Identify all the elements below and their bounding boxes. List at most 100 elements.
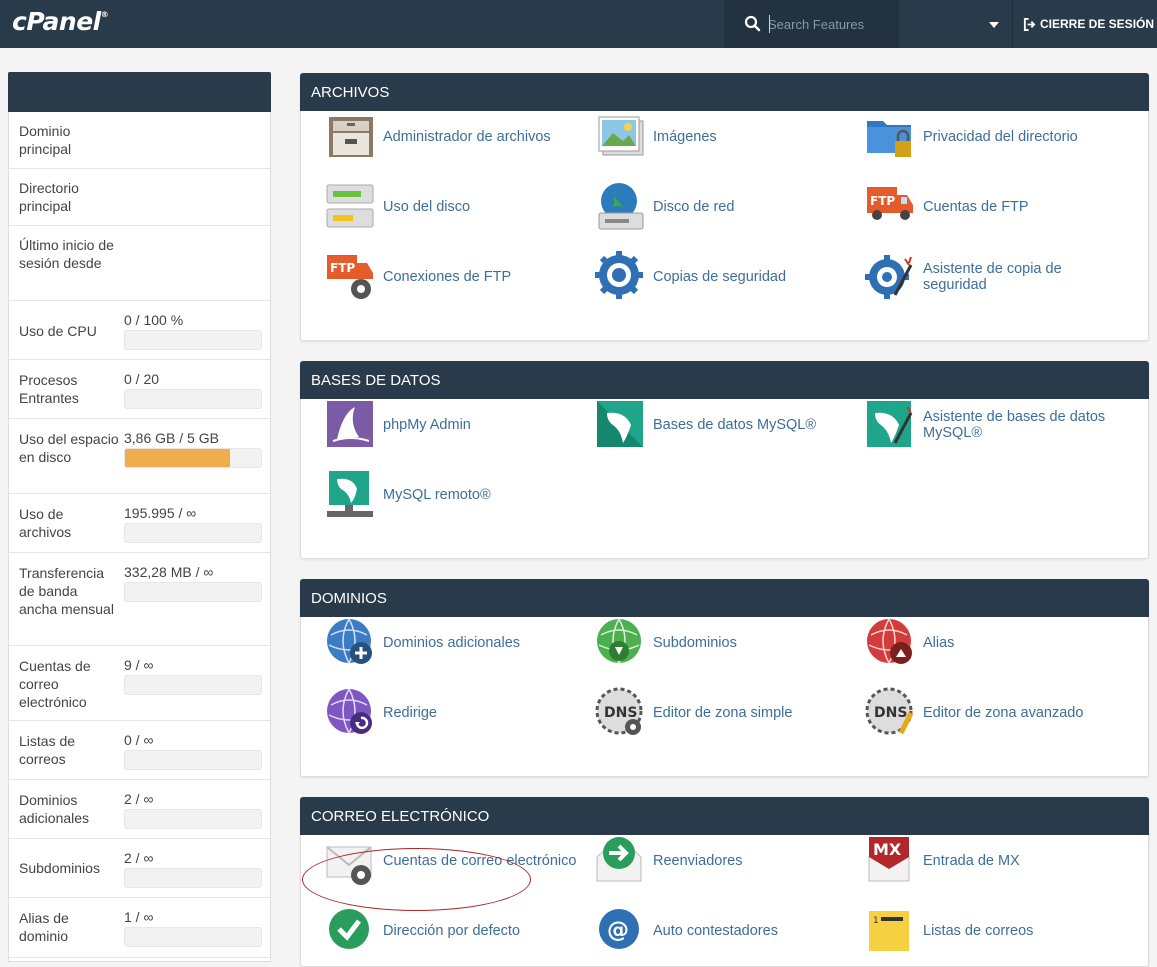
- feature-link-dns-simple[interactable]: DNS Editor de zona simple: [595, 687, 855, 739]
- stat-label: Alias de dominio: [19, 910, 69, 944]
- section-archivos: ARCHIVOS Administrador de archivos Imágen…: [300, 73, 1149, 341]
- stat-value: 0 / 100 %: [124, 312, 184, 328]
- images-icon: [595, 111, 647, 163]
- section-dominios: DOMINIOS Dominios adicionales Subdominios…: [300, 579, 1149, 777]
- svg-text:@: @: [607, 918, 629, 943]
- feature-link-globe-alias[interactable]: Alias: [865, 617, 1125, 669]
- feature-label[interactable]: Listas de correos: [923, 923, 1033, 939]
- feature-link-disk-usage[interactable]: Uso del disco: [325, 181, 585, 233]
- feature-label[interactable]: Bases de datos MySQL®: [653, 417, 816, 433]
- feature-link-remote-mysql[interactable]: MySQL remoto®: [325, 469, 585, 521]
- ftp-truck-icon: FTP: [865, 181, 917, 233]
- feature-label[interactable]: Uso del disco: [383, 199, 470, 215]
- feature-label[interactable]: Disco de red: [653, 199, 734, 215]
- stat-label: Transferencia de banda ancha mensual: [19, 565, 114, 617]
- section-title[interactable]: BASES DE DATOS: [300, 361, 1149, 399]
- feature-link-mysql-dolphin[interactable]: Bases de datos MySQL®: [595, 399, 855, 451]
- feature-label[interactable]: Alias: [923, 635, 954, 651]
- mysql-wizard-icon: [865, 399, 917, 451]
- logout-button[interactable]: CIERRE DE SESIÓN: [1012, 0, 1157, 48]
- feature-label[interactable]: Redirige: [383, 705, 437, 721]
- logout-label: CIERRE DE SESIÓN: [1040, 17, 1155, 31]
- highlight-oval: [302, 848, 531, 911]
- phpmyadmin-icon: [325, 399, 377, 451]
- feature-label[interactable]: Editor de zona simple: [653, 705, 792, 721]
- section-title[interactable]: DOMINIOS: [300, 579, 1149, 617]
- stat-value: 332,28 MB / ∞: [124, 564, 214, 580]
- svg-text:DNS: DNS: [874, 705, 907, 721]
- feature-label[interactable]: Editor de zona avanzado: [923, 705, 1083, 721]
- dns-advanced-icon: DNS: [865, 687, 917, 739]
- caret-down-icon[interactable]: [988, 20, 1000, 30]
- default-address-icon: [325, 905, 377, 957]
- stat-label: Subdominios: [19, 860, 100, 876]
- stat-value: 3,86 GB / 5 GB: [124, 430, 219, 446]
- feature-label[interactable]: Copias de seguridad: [653, 269, 786, 285]
- globe-add-icon: [325, 617, 377, 669]
- feature-link-globe-redirect[interactable]: Redirige: [325, 687, 585, 739]
- feature-label[interactable]: Privacidad del directorio: [923, 129, 1123, 145]
- feature-label[interactable]: MySQL remoto®: [383, 487, 491, 503]
- feature-link-globe-add[interactable]: Dominios adicionales: [325, 617, 585, 669]
- feature-link-globe-sub[interactable]: Subdominios: [595, 617, 855, 669]
- feature-link-mailing-lists[interactable]: 1 Listas de correos: [865, 905, 1125, 957]
- stat-label: Dominios adicionales: [19, 792, 90, 826]
- feature-link-folder-lock[interactable]: Privacidad del directorio: [865, 111, 1125, 163]
- backup-wizard-icon: [865, 251, 917, 303]
- search-box[interactable]: [724, 0, 899, 48]
- feature-label[interactable]: Asistente de copia de seguridad: [923, 261, 1123, 293]
- feature-label[interactable]: Dominios adicionales: [383, 635, 520, 651]
- stat-value: 0 / 20: [124, 371, 160, 387]
- autoresponder-icon: @: [595, 905, 647, 957]
- feature-label[interactable]: Cuentas de FTP: [923, 199, 1029, 215]
- section-title[interactable]: ARCHIVOS: [300, 73, 1149, 111]
- stat-label: Dominio principal: [19, 123, 72, 157]
- feature-link-ftp-connections[interactable]: FTP Conexiones de FTP: [325, 251, 585, 303]
- feature-label[interactable]: Reenviadores: [653, 853, 742, 869]
- feature-label[interactable]: Conexiones de FTP: [383, 269, 511, 285]
- feature-label[interactable]: Dirección por defecto: [383, 923, 520, 939]
- feature-label[interactable]: Asistente de bases de datos MySQL®: [923, 409, 1123, 441]
- feature-link-ftp-truck[interactable]: FTP Cuentas de FTP: [865, 181, 1125, 233]
- stat-row: Dominio principal: [9, 112, 270, 169]
- stats-list: Dominio principal Directorio principal Últ…: [9, 112, 270, 958]
- feature-link-default-address[interactable]: Dirección por defecto: [325, 905, 585, 957]
- stat-label: Directorio principal: [19, 180, 79, 214]
- stat-row: Procesos Entrantes 0 / 20: [9, 360, 270, 419]
- feature-label[interactable]: Subdominios: [653, 635, 737, 651]
- feature-link-backup-gear[interactable]: Copias de seguridad: [595, 251, 855, 303]
- feature-label[interactable]: Imágenes: [653, 129, 717, 145]
- svg-text:FTP: FTP: [330, 261, 355, 275]
- feature-link-backup-wizard[interactable]: Asistente de copia de seguridad: [865, 251, 1125, 303]
- feature-link-phpmyadmin[interactable]: phpMy Admin: [325, 399, 585, 451]
- stat-label: Uso de archivos: [19, 506, 72, 540]
- feature-link-dns-advanced[interactable]: DNS Editor de zona avanzado: [865, 687, 1125, 739]
- feature-link-autoresponder[interactable]: @ Auto contestadores: [595, 905, 855, 957]
- stat-value: 2 / ∞: [124, 791, 154, 807]
- feature-link-forwarders[interactable]: Reenviadores: [595, 835, 855, 887]
- feature-label[interactable]: Auto contestadores: [653, 923, 778, 939]
- feature-link-file-cabinet[interactable]: Administrador de archivos: [325, 111, 585, 163]
- mailing-lists-icon: 1: [865, 905, 917, 957]
- feature-label[interactable]: Administrador de archivos: [383, 129, 583, 145]
- cpanel-logo[interactable]: cPanel®: [12, 7, 109, 36]
- feature-link-network-disk[interactable]: Disco de red: [595, 181, 855, 233]
- stat-row: Directorio principal: [9, 169, 270, 226]
- feature-label[interactable]: Entrada de MX: [923, 853, 1020, 869]
- feature-label[interactable]: phpMy Admin: [383, 417, 471, 433]
- search-features-input[interactable]: [768, 12, 893, 36]
- feature-link-mx-entry[interactable]: MX Entrada de MX: [865, 835, 1125, 887]
- backup-gear-icon: [595, 251, 647, 303]
- feature-link-mysql-wizard[interactable]: Asistente de bases de datos MySQL®: [865, 399, 1125, 451]
- stat-label: Procesos Entrantes: [19, 372, 79, 406]
- stat-progress-bar: [124, 675, 262, 695]
- text-caret: [769, 15, 770, 33]
- stat-progress-bar: [124, 448, 262, 468]
- feature-link-images[interactable]: Imágenes: [595, 111, 855, 163]
- section-title[interactable]: CORREO ELECTRÓNICO: [300, 797, 1149, 835]
- stat-progress-bar: [124, 809, 262, 829]
- stat-row: Cuentas de correo electrónico 9 / ∞: [9, 646, 270, 721]
- svg-text:DNS: DNS: [604, 705, 637, 721]
- svg-text:FTP: FTP: [870, 194, 895, 208]
- stat-progress-bar: [124, 330, 262, 350]
